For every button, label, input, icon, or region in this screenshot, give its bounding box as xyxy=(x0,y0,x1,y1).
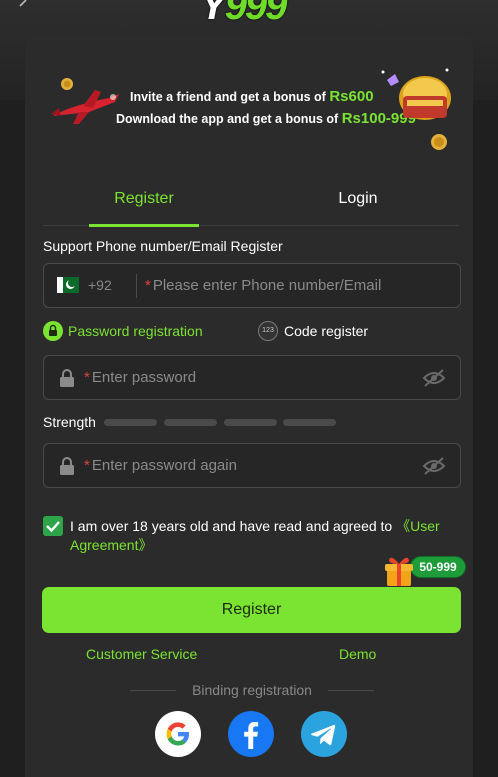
strength-bar-3 xyxy=(224,419,277,426)
divider-line-right xyxy=(328,690,374,691)
eye-hidden-icon[interactable] xyxy=(422,456,446,476)
binding-registration-divider: Binding registration xyxy=(130,681,374,699)
code-register-label: Code register xyxy=(284,323,369,339)
strength-bar-4 xyxy=(283,419,336,426)
register-mode-options: Password registration 123 Code register xyxy=(43,320,461,342)
google-login-button[interactable] xyxy=(155,711,201,757)
register-button[interactable]: Register xyxy=(42,587,461,633)
lock-icon xyxy=(43,321,63,341)
tab-login[interactable]: Login xyxy=(303,180,413,226)
app-logo: Y999 xyxy=(200,0,304,28)
strength-bar-2 xyxy=(164,419,217,426)
chevron-left-icon xyxy=(19,0,27,7)
auth-tabs: Register Login xyxy=(43,180,459,227)
telegram-login-button[interactable] xyxy=(301,711,347,757)
google-icon xyxy=(166,722,189,746)
gift-icon xyxy=(385,557,413,586)
plane-icon xyxy=(51,78,119,124)
footer-links: Customer Service Demo xyxy=(43,646,461,666)
strength-label: Strength xyxy=(43,414,96,430)
password-field[interactable]: * Enter password xyxy=(43,355,461,400)
promo-banner[interactable]: Invite a friend and get a bonus of Rs600… xyxy=(43,48,455,158)
customer-service-link[interactable]: Customer Service xyxy=(86,646,197,662)
password-input[interactable]: * Enter password xyxy=(84,369,196,386)
banner-invite-text: Invite a friend and get a bonus of xyxy=(130,90,326,104)
agreement-checkbox[interactable] xyxy=(43,516,63,536)
banner-download-text: Download the app and get a bonus of xyxy=(116,112,339,126)
phone-email-input[interactable]: * Please enter Phone number/Email xyxy=(145,277,381,294)
padlock-icon xyxy=(60,369,74,387)
back-button[interactable] xyxy=(14,0,34,14)
telegram-icon xyxy=(311,724,336,746)
code-123-icon: 123 xyxy=(258,321,278,341)
facebook-login-button[interactable] xyxy=(228,711,274,757)
treasure-icon xyxy=(381,68,451,150)
phone-email-field[interactable]: +92 * Please enter Phone number/Email xyxy=(43,263,461,308)
password-again-placeholder: Enter password again xyxy=(91,457,237,474)
age-agreement: I am over 18 years old and have read and… xyxy=(43,515,461,559)
password-strength: Strength xyxy=(43,413,461,431)
register-method-label: Support Phone number/Email Register xyxy=(43,238,283,254)
demo-link[interactable]: Demo xyxy=(339,646,376,662)
password-registration-label: Password registration xyxy=(68,323,203,339)
eye-hidden-icon[interactable] xyxy=(422,368,446,388)
password-placeholder: Enter password xyxy=(91,369,197,386)
bonus-amount: 50-999 xyxy=(410,556,466,578)
bonus-badge: 50-999 xyxy=(383,554,467,588)
strength-bar-1 xyxy=(104,419,157,426)
country-code[interactable]: +92 xyxy=(88,277,112,293)
checkmark-icon xyxy=(46,521,60,533)
agreement-statement: I am over 18 years old and have read and… xyxy=(70,518,393,534)
logo-text: Y999 xyxy=(200,0,287,28)
password-again-input[interactable]: * Enter password again xyxy=(84,457,237,474)
password-again-field[interactable]: * Enter password again xyxy=(43,443,461,488)
banner-invite-amount: Rs600 xyxy=(329,88,374,105)
facebook-icon xyxy=(244,722,259,749)
banner-invite-line: Invite a friend and get a bonus of Rs600 xyxy=(130,88,374,105)
phone-email-placeholder: Please enter Phone number/Email xyxy=(152,277,382,294)
banner-download-line: Download the app and get a bonus of Rs10… xyxy=(116,110,416,127)
tab-register[interactable]: Register xyxy=(89,180,199,227)
padlock-icon xyxy=(60,457,74,475)
field-divider xyxy=(136,274,137,298)
agreement-text: I am over 18 years old and have read and… xyxy=(70,517,460,555)
pakistan-flag-icon[interactable] xyxy=(57,277,79,293)
